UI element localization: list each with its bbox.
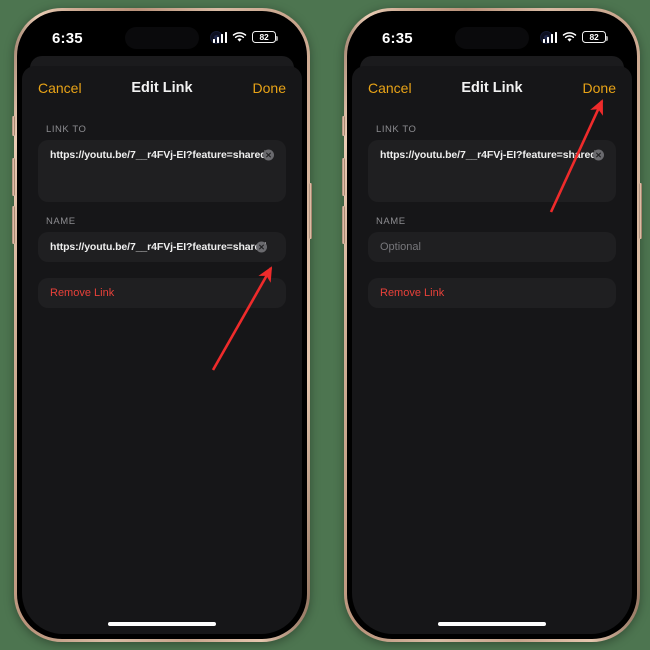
status-time-left: 6:35 [52, 30, 83, 47]
link-to-field-row-left[interactable]: https://youtu.be/7__r4FVj-EI?feature=sha… [38, 140, 286, 170]
done-button-left[interactable]: Done [253, 80, 286, 96]
cellular-bars-icon-right [542, 31, 557, 43]
link-to-clear-button-left[interactable] [263, 149, 274, 161]
cellular-bars-icon-left [212, 31, 227, 43]
done-button-right[interactable]: Done [583, 80, 616, 96]
link-to-group-right: https://youtu.be/7__r4FVj-EI?feature=sha… [368, 140, 616, 202]
edit-link-sheet-right: Cancel Edit Link Done LINK TO https://yo… [352, 66, 632, 634]
silent-switch-right[interactable] [342, 116, 345, 136]
volume-up-button-left[interactable] [12, 158, 15, 196]
edit-link-sheet-left: Cancel Edit Link Done LINK TO https://yo… [22, 66, 302, 634]
battery-icon-left: 82 [252, 31, 279, 43]
navbar-right: Cancel Edit Link Done [352, 66, 632, 110]
cancel-button-right[interactable]: Cancel [368, 80, 412, 96]
phone-screen-right: 6:35 82 Cancel Edit Link Done LINK TO ht… [352, 16, 632, 634]
status-indicators-right: 82 [542, 31, 609, 43]
link-to-input-right[interactable]: https://youtu.be/7__r4FVj-EI?feature=sha… [380, 149, 597, 161]
power-button-left[interactable] [309, 183, 312, 239]
name-field-row-left[interactable]: https://youtu.be/7__r4FVj-EI?feature=sha… [38, 232, 279, 262]
home-indicator-right[interactable] [438, 621, 546, 626]
link-to-field-row-right[interactable]: https://youtu.be/7__r4FVj-EI?feature=sha… [368, 140, 616, 170]
dynamic-island-left [125, 27, 199, 49]
dynamic-island-right [455, 27, 529, 49]
status-time-right: 6:35 [382, 30, 413, 47]
navbar-left: Cancel Edit Link Done [22, 66, 302, 110]
wifi-icon-left [232, 31, 247, 43]
screenshot-canvas: 6:35 82 Cancel Edit Link Done LINK TO ht… [0, 0, 650, 650]
silent-switch-left[interactable] [12, 116, 15, 136]
remove-link-button-right[interactable]: Remove Link [368, 278, 616, 308]
status-bar-left: 6:35 82 [22, 16, 302, 62]
link-to-label-right: LINK TO [376, 124, 417, 135]
name-input-right[interactable]: Optional [380, 241, 421, 253]
battery-level-left: 82 [259, 31, 269, 42]
phone-bezel-right: 6:35 82 Cancel Edit Link Done LINK TO ht… [347, 11, 637, 639]
remove-link-button-left[interactable]: Remove Link [38, 278, 286, 308]
battery-icon-right: 82 [582, 31, 609, 43]
link-to-group-left: https://youtu.be/7__r4FVj-EI?feature=sha… [38, 140, 286, 202]
name-input-left[interactable]: https://youtu.be/7__r4FVj-EI?feature=sha… [50, 241, 267, 253]
name-label-right: NAME [376, 216, 406, 227]
home-indicator-left[interactable] [108, 621, 216, 626]
battery-level-right: 82 [589, 31, 599, 42]
remove-link-label-left: Remove Link [50, 287, 115, 299]
power-button-right[interactable] [639, 183, 642, 239]
cancel-button-left[interactable]: Cancel [38, 80, 82, 96]
phone-mockup-right: 6:35 82 Cancel Edit Link Done LINK TO ht… [342, 8, 642, 642]
volume-down-button-left[interactable] [12, 206, 15, 244]
remove-link-group-right: Remove Link [368, 278, 616, 308]
wifi-icon-right [562, 31, 577, 43]
name-group-right: Optional [368, 232, 616, 262]
remove-link-label-right: Remove Link [380, 287, 445, 299]
link-to-clear-button-right[interactable] [593, 149, 604, 161]
volume-up-button-right[interactable] [342, 158, 345, 196]
name-group-left: https://youtu.be/7__r4FVj-EI?feature=sha… [38, 232, 286, 262]
name-label-left: NAME [46, 216, 76, 227]
status-indicators-left: 82 [212, 31, 279, 43]
status-bar-right: 6:35 82 [352, 16, 632, 62]
remove-link-group-left: Remove Link [38, 278, 286, 308]
link-to-label-left: LINK TO [46, 124, 87, 135]
volume-down-button-right[interactable] [342, 206, 345, 244]
link-to-input-left[interactable]: https://youtu.be/7__r4FVj-EI?feature=sha… [50, 149, 267, 161]
phone-mockup-left: 6:35 82 Cancel Edit Link Done LINK TO ht… [12, 8, 312, 642]
phone-bezel-left: 6:35 82 Cancel Edit Link Done LINK TO ht… [17, 11, 307, 639]
phone-screen-left: 6:35 82 Cancel Edit Link Done LINK TO ht… [22, 16, 302, 634]
name-field-clear-button-left[interactable] [255, 241, 267, 253]
name-field-row-right[interactable]: Optional [368, 232, 433, 262]
